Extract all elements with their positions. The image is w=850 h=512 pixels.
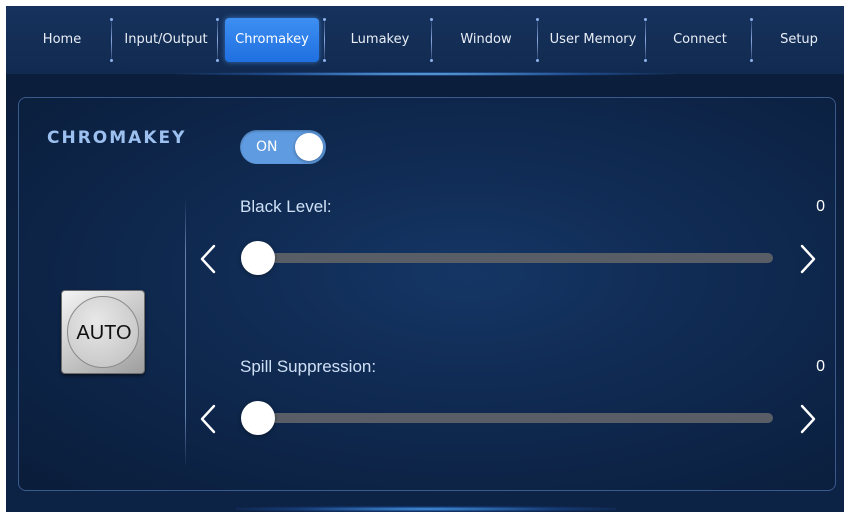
chromakey-toggle[interactable]: ON [240, 130, 326, 164]
spill-suppression-increase-button[interactable] [794, 402, 820, 436]
auto-button[interactable]: AUTO [61, 290, 145, 374]
tab-user-memory[interactable]: User Memory [542, 18, 644, 62]
spill-suppression-value: 0 [816, 358, 825, 375]
auto-button-label: AUTO [76, 322, 132, 344]
nav-separator [750, 18, 753, 62]
spill-suppression-slider[interactable] [241, 401, 773, 435]
nav-separator [110, 18, 113, 62]
bottom-glow [236, 506, 616, 512]
tab-setup[interactable]: Setup [758, 18, 840, 62]
black-level-decrease-button[interactable] [196, 242, 222, 276]
black-level-slider[interactable] [241, 241, 773, 275]
spill-suppression-decrease-button[interactable] [196, 402, 222, 436]
nav-separator [323, 18, 326, 62]
nav-glow [176, 72, 676, 76]
black-level-value: 0 [816, 198, 825, 215]
chevron-right-icon [800, 404, 816, 434]
black-level-label: Black Level: [240, 197, 332, 216]
chromakey-panel: CHROMAKEY ON AUTO Black Level: 0 Spill S… [18, 97, 836, 491]
tab-home[interactable]: Home [20, 18, 104, 62]
toggle-label: ON [256, 139, 278, 155]
app-screen: Home Input/Output Chromakey Lumakey Wind… [6, 6, 844, 512]
chevron-left-icon [200, 244, 216, 274]
tab-chromakey[interactable]: Chromakey [225, 18, 319, 62]
nav-separator [430, 18, 433, 62]
black-level-increase-button[interactable] [794, 242, 820, 276]
tab-input-output[interactable]: Input/Output [118, 18, 214, 62]
spill-suppression-slider-knob[interactable] [241, 401, 275, 435]
tab-window[interactable]: Window [436, 18, 536, 62]
nav-separator [644, 18, 647, 62]
spill-suppression-label: Spill Suppression: [240, 357, 377, 376]
nav-separator [216, 18, 219, 62]
nav-separator [536, 18, 539, 62]
vertical-divider [185, 198, 186, 468]
tab-connect[interactable]: Connect [650, 18, 750, 62]
chevron-right-icon [800, 244, 816, 274]
tab-lumakey[interactable]: Lumakey [330, 18, 430, 62]
toggle-knob [295, 133, 323, 161]
black-level-slider-knob[interactable] [241, 241, 275, 275]
chevron-left-icon [200, 404, 216, 434]
section-title: CHROMAKEY [47, 128, 187, 148]
top-navigation: Home Input/Output Chromakey Lumakey Wind… [6, 6, 844, 74]
